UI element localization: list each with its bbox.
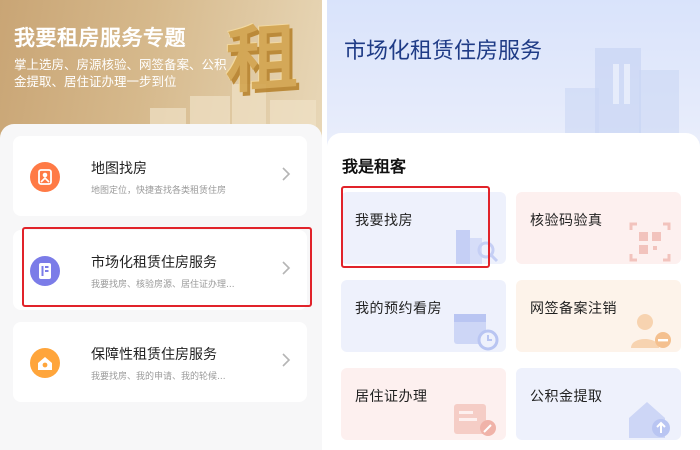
chevron-right-icon: [282, 167, 291, 181]
tile-label: 公积金提取: [530, 389, 603, 405]
service-title: 保障性租赁住房服务: [91, 347, 217, 363]
user-remove-icon: [631, 314, 671, 348]
service-item-map-search[interactable]: 地图找房 地图定位，快捷查找各类租赁住房: [13, 136, 307, 216]
tile-label: 核验码验真: [530, 213, 603, 229]
house-icon: [30, 348, 60, 378]
house-upload-icon: [629, 402, 670, 438]
tile-verify-code[interactable]: 核验码验真: [516, 192, 681, 264]
highlight-box: [22, 227, 312, 307]
tile-label: 我的预约看房: [355, 301, 442, 317]
banner-title: 我要租房服务专题: [14, 26, 186, 50]
tile-residence-permit[interactable]: 居住证办理: [341, 368, 506, 440]
service-item-affordable-rental[interactable]: 保障性租赁住房服务 我要找房、我的申请、我的轮候...: [13, 322, 307, 402]
rental-topic-screen: 租 我要租房服务专题 掌上选房、房源核验、网签备案、公积金提取、居住证办理一步到…: [0, 0, 322, 450]
highlight-box: [341, 186, 490, 268]
page-title: 市场化租赁住房服务: [344, 39, 543, 64]
section-title: 我是租客: [342, 157, 407, 176]
tile-label: 居住证办理: [355, 389, 428, 405]
calendar-clock-icon: [454, 314, 499, 351]
map-pin-icon: [30, 162, 60, 192]
service-desc: 我要找房、我的申请、我的轮候...: [91, 372, 226, 382]
qr-scan-icon: [629, 222, 671, 262]
card-edit-icon: [454, 404, 496, 436]
banner-subtitle: 掌上选房、房源核验、网签备案、公积金提取、居住证办理一步到位: [14, 57, 227, 89]
rent-character-logo: 租: [225, 14, 298, 104]
service-desc: 地图定位，快捷查找各类租赁住房: [91, 186, 227, 196]
tenant-section: 我是租客 我要找房 核验码验真 我的预约看房 网签备案注销 居住证办理 公积金提…: [327, 133, 700, 450]
tile-provident-fund-withdrawal[interactable]: 公积金提取: [516, 368, 681, 440]
service-title: 地图找房: [91, 161, 147, 177]
tile-contract-filing-cancel[interactable]: 网签备案注销: [516, 280, 681, 352]
chevron-right-icon: [282, 353, 291, 367]
tile-label: 网签备案注销: [530, 301, 617, 317]
tile-my-viewing-appointment[interactable]: 我的预约看房: [341, 280, 506, 352]
